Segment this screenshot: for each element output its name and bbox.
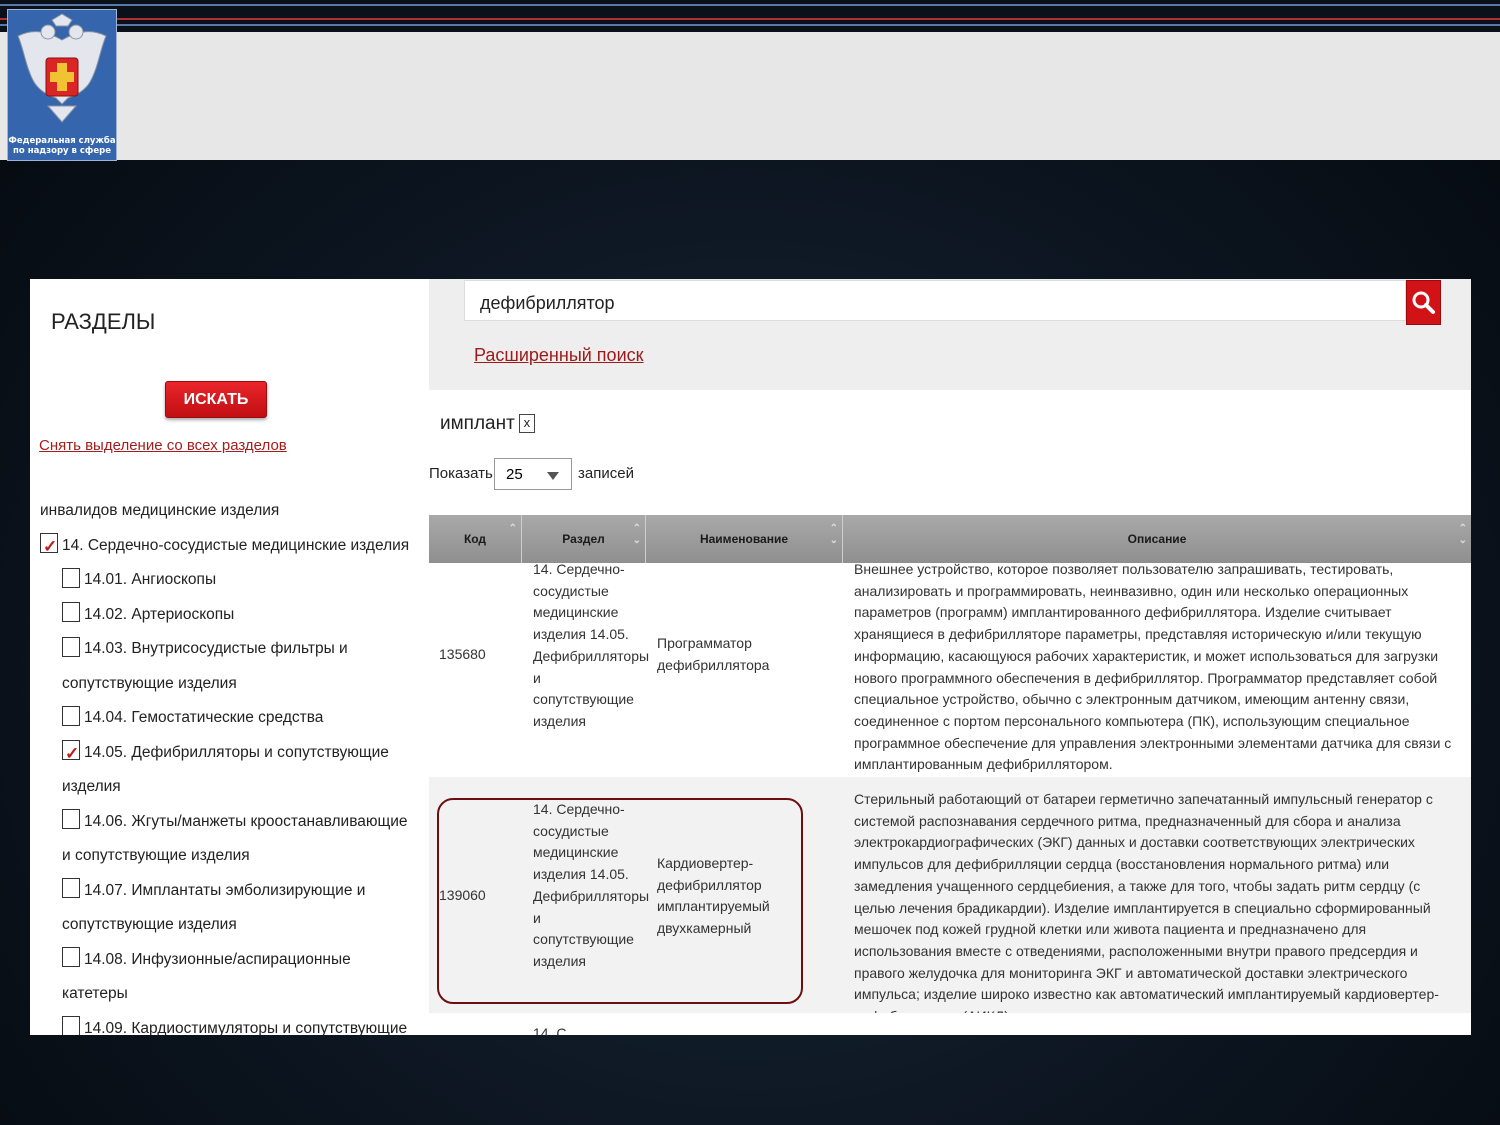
cell-section: 14. Сердечно-сосудистые медицинские изде…: [533, 563, 650, 729]
section-item[interactable]: 14.03. Внутрисосудистые фильтры и: [40, 632, 420, 667]
sections-title: РАЗДЕЛЫ: [51, 309, 156, 334]
section-item[interactable]: 14. Сердечно-сосудистые медицинские изде…: [40, 529, 420, 565]
section-item-label: 14.01. Ангиоскопы: [84, 571, 217, 588]
section-item-label: катетеры: [62, 985, 128, 1002]
section-item-label: 14. Сердечно-сосудистые медицинские изде…: [62, 536, 410, 554]
filter-tag-label: имплант: [440, 413, 515, 434]
checkbox[interactable]: [62, 636, 80, 657]
section-item-label: 14.02. Артериоскопы: [84, 605, 235, 623]
search-submit-button[interactable]: [1406, 280, 1441, 325]
section-item-label: 14.03. Внутрисосудистые фильтры и: [84, 640, 348, 657]
column-header-name[interactable]: Наименование ⌃ ⌄: [646, 515, 843, 563]
cell-name: Программатор дефибриллятора: [657, 635, 770, 673]
checkbox[interactable]: [62, 602, 80, 623]
checkbox[interactable]: [62, 878, 80, 899]
top-line: [0, 24, 1500, 26]
section-item-label: 14.04. Гемостатические средства: [84, 709, 324, 726]
chevron-down-icon: [547, 472, 559, 480]
eagle-emblem-icon: Федеральная служба по надзору в сфере: [7, 9, 117, 161]
section-item[interactable]: 14.07. Имплантаты эмболизирующие и: [40, 874, 420, 909]
column-header-label: Наименование: [699, 532, 789, 546]
remove-filter-icon[interactable]: x: [518, 414, 535, 434]
section-item-label: 14.07. Имплантаты эмболизирующие и: [84, 881, 366, 899]
section-item: и сопутствующие изделия: [40, 839, 420, 874]
checkbox-checked[interactable]: [40, 530, 58, 565]
sort-icon: ⌃: [508, 523, 517, 534]
section-item[interactable]: 14.01. Ангиоскопы: [40, 563, 420, 598]
page-size-value: 25: [506, 466, 523, 483]
filter-tag: имплант x: [440, 413, 535, 435]
section-item-label: инвалидов медицинские изделия: [40, 502, 280, 519]
column-header-code[interactable]: Код ⌃: [429, 515, 522, 563]
cell-description: Стерильный работающий от батареи гермети…: [854, 791, 1439, 1024]
checkbox[interactable]: [62, 705, 80, 726]
column-header-description[interactable]: Описание ⌃ ⌄: [843, 515, 1471, 563]
search-input[interactable]: дефибриллятор: [464, 280, 1406, 321]
emblem-caption: Федеральная служба по надзору в сфере: [8, 136, 116, 156]
clear-selection-link[interactable]: Снять выделение со всех разделов: [39, 437, 287, 454]
checkbox[interactable]: [62, 1016, 80, 1035]
show-label: Показать: [429, 465, 493, 482]
section-item-label: 14.05. Дефибрилляторы и сопутствующие: [84, 743, 389, 761]
header-band: [0, 32, 1500, 160]
results-area: дефибриллятор Расширенный поиск имплант x…: [429, 279, 1471, 1035]
search-icon: [1412, 291, 1435, 314]
top-red-line: [0, 18, 1500, 20]
section-item: катетеры: [40, 977, 420, 1012]
section-item-label: 14.08. Инфузионные/аспирационные: [84, 950, 351, 968]
advanced-search-link[interactable]: Расширенный поиск: [474, 345, 644, 366]
section-item: сопутствующие изделия: [40, 667, 420, 702]
section-item: инвалидов медицинские изделия: [40, 494, 420, 529]
cell-code: 135680: [439, 646, 486, 662]
section-item[interactable]: 14.09. Кардиостимуляторы и сопутствующие: [40, 1012, 420, 1036]
section-item-label: 14.06. Жгуты/манжеты кроостанавливающие: [84, 812, 408, 830]
section-item[interactable]: 14.02. Артериоскопы: [40, 598, 420, 633]
records-label: записей: [578, 465, 634, 482]
section-item-label: сопутствующие изделия: [62, 674, 237, 692]
section-item-label: изделия: [62, 778, 121, 795]
table-header: Код ⌃ Раздел ⌃ ⌄ Наименование ⌃ ⌄ Описание ⌃ ⌄: [429, 515, 1471, 563]
section-item[interactable]: 14.08. Инфузионные/аспирационные: [40, 943, 420, 978]
sections-tree: инвалидов медицинские изделия 14. Сердечн…: [40, 494, 420, 1035]
top-line: [0, 4, 1500, 6]
cell-section: 14. С: [533, 1025, 567, 1035]
sort-icon: ⌃ ⌄: [1458, 523, 1467, 546]
column-header-label: Код: [463, 532, 487, 546]
checkbox[interactable]: [62, 809, 80, 830]
section-item-label: сопутствующие изделия: [62, 916, 237, 933]
checkbox[interactable]: [62, 947, 80, 968]
top-bar: [0, 0, 1500, 32]
section-item: изделия: [40, 770, 420, 805]
search-button[interactable]: ИСКАТЬ: [165, 381, 267, 418]
page-size-select[interactable]: 25: [494, 458, 572, 490]
section-item[interactable]: 14.05. Дефибрилляторы и сопутствующие: [40, 736, 420, 772]
highlight-frame: [437, 798, 803, 1004]
sections-sidebar: РАЗДЕЛЫ ИСКАТЬ Снять выделение со всех р…: [30, 279, 430, 1035]
sort-icon: ⌃ ⌄: [829, 523, 838, 546]
column-header-label: Описание: [1127, 532, 1187, 546]
table-row[interactable]: 14. С: [429, 1013, 1471, 1035]
column-header-label: Раздел: [562, 532, 605, 546]
section-item-label: 14.09. Кардиостимуляторы и сопутствующие: [84, 1019, 408, 1036]
section-item[interactable]: 14.06. Жгуты/манжеты кроостанавливающие: [40, 805, 420, 840]
checkbox[interactable]: [62, 567, 80, 588]
cell-description: Внешнее устройство, которое позволяет по…: [854, 563, 1452, 773]
checkbox-checked[interactable]: [62, 737, 80, 772]
section-item: сопутствующие изделия: [40, 908, 420, 943]
search-zone: дефибриллятор Расширенный поиск: [429, 279, 1471, 390]
table-row[interactable]: 135680 14. Сердечно-сосудистые медицинск…: [429, 563, 1471, 777]
section-item[interactable]: 14.04. Гемостатические средства: [40, 701, 420, 736]
section-item-label: и сопутствующие изделия: [62, 847, 250, 864]
column-header-section[interactable]: Раздел ⌃ ⌄: [522, 515, 646, 563]
main-panel: РАЗДЕЛЫ ИСКАТЬ Снять выделение со всех р…: [30, 279, 1471, 1035]
sort-icon: ⌃ ⌄: [632, 523, 641, 546]
